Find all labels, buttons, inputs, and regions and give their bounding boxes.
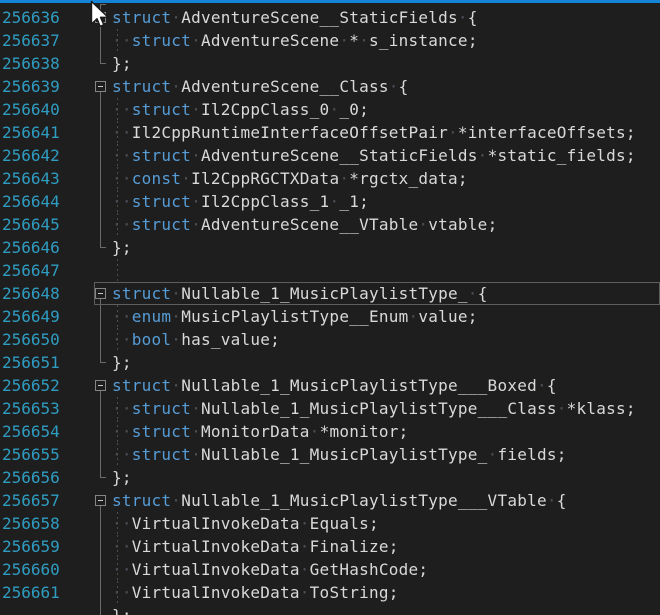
line-number[interactable]: 256649 <box>2 305 60 328</box>
code-text[interactable]: ··VirtualInvokeData·Finalize; <box>112 535 399 558</box>
fold-outline-line <box>100 506 101 615</box>
mouse-cursor-icon <box>88 0 110 32</box>
fold-outline-corner <box>100 63 106 64</box>
code-text[interactable]: ··enum·MusicPlaylistType__Enum·value; <box>112 305 478 328</box>
code-line: 256642 ··struct·AdventureScene__StaticFie… <box>0 144 660 167</box>
code-line: 256659 ··VirtualInvokeData·Finalize; <box>0 535 660 558</box>
code-line: 256649 ··enum·MusicPlaylistType__Enum·val… <box>0 305 660 328</box>
line-number[interactable]: 256660 <box>2 558 60 581</box>
line-number[interactable]: 256654 <box>2 420 60 443</box>
code-line: 256637 ··struct·AdventureScene·*·s_instan… <box>0 29 660 52</box>
line-number[interactable]: 256648 <box>2 282 60 305</box>
fold-collapse-icon[interactable] <box>95 380 106 391</box>
code-line: 256644 ··struct·Il2CppClass_1·_1; <box>0 190 660 213</box>
code-text[interactable]: struct·Nullable_1_MusicPlaylistType___VT… <box>112 489 567 512</box>
line-number[interactable]: 256656 <box>2 466 60 489</box>
code-line: 256645 ··struct·AdventureScene__VTable·vt… <box>0 213 660 236</box>
code-line: }; <box>0 604 660 615</box>
code-text[interactable]: ··struct·AdventureScene__VTable·vtable; <box>112 213 497 236</box>
code-line: 256650 ··bool·has_value; <box>0 328 660 351</box>
line-number[interactable]: 256650 <box>2 328 60 351</box>
code-text[interactable]: }; <box>112 466 132 489</box>
code-text[interactable]: ··struct·Nullable_1_MusicPlaylistType___… <box>112 397 636 420</box>
line-number[interactable]: 256661 <box>2 581 60 604</box>
line-number[interactable]: 256639 <box>2 75 60 98</box>
code-line: 256656}; <box>0 466 660 489</box>
line-number[interactable]: 256658 <box>2 512 60 535</box>
code-text[interactable]: struct·Nullable_1_MusicPlaylistType___Bo… <box>112 374 557 397</box>
code-text[interactable]: ··struct·Il2CppClass_1·_1; <box>112 190 369 213</box>
code-line: 256660 ··VirtualInvokeData·GetHashCode; <box>0 558 660 581</box>
line-number[interactable]: 256638 <box>2 52 60 75</box>
code-text[interactable]: }; <box>112 604 132 615</box>
code-text[interactable]: ··struct·AdventureScene__StaticFields·*s… <box>112 144 636 167</box>
code-text[interactable]: }; <box>112 52 132 75</box>
code-line: 256655 ··struct·Nullable_1_MusicPlaylistT… <box>0 443 660 466</box>
code-line: 256658 ··VirtualInvokeData·Equals; <box>0 512 660 535</box>
line-number[interactable]: 256645 <box>2 213 60 236</box>
code-line: 256643 ··const·Il2CppRGCTXData·*rgctx_dat… <box>0 167 660 190</box>
code-line: 256652 struct·Nullable_1_MusicPlaylistTyp… <box>0 374 660 397</box>
code-line: 256640 ··struct·Il2CppClass_0·_0; <box>0 98 660 121</box>
fold-outline-line <box>100 299 101 362</box>
line-number[interactable]: 256644 <box>2 190 60 213</box>
code-line: 256653 ··struct·Nullable_1_MusicPlaylistT… <box>0 397 660 420</box>
line-number[interactable]: 256657 <box>2 489 60 512</box>
line-number[interactable]: 256641 <box>2 121 60 144</box>
fold-outline-line <box>100 391 101 477</box>
code-text[interactable]: ··struct·Il2CppClass_0·_0; <box>112 98 369 121</box>
fold-outline-line <box>100 92 101 247</box>
line-number[interactable]: 256643 <box>2 167 60 190</box>
code-line: 256654 ··struct·MonitorData·*monitor; <box>0 420 660 443</box>
code-text[interactable]: struct·AdventureScene__StaticFields·{ <box>112 6 478 29</box>
code-line: 256657 struct·Nullable_1_MusicPlaylistTyp… <box>0 489 660 512</box>
code-text[interactable]: struct·AdventureScene__Class·{ <box>112 75 409 98</box>
fold-outline-corner <box>100 477 106 478</box>
code-line: 256651}; <box>0 351 660 374</box>
code-line: 256647 <box>0 259 660 282</box>
fold-outline-corner <box>100 362 106 363</box>
code-text[interactable]: ··VirtualInvokeData·ToString; <box>112 581 399 604</box>
code-text[interactable]: ··VirtualInvokeData·GetHashCode; <box>112 558 428 581</box>
line-number[interactable]: 256636 <box>2 6 60 29</box>
code-line: 256639 struct·AdventureScene__Class·{ <box>0 75 660 98</box>
line-number[interactable]: 256651 <box>2 351 60 374</box>
code-line: 256648 struct·Nullable_1_MusicPlaylistTyp… <box>0 282 660 305</box>
code-editor: 256636 struct·AdventureScene__StaticField… <box>0 0 660 615</box>
indent-guide <box>117 259 118 282</box>
code-line: 256661 ··VirtualInvokeData·ToString; <box>0 581 660 604</box>
fold-outline-corner <box>100 247 106 248</box>
fold-collapse-icon[interactable] <box>95 288 106 299</box>
fold-collapse-icon[interactable] <box>95 495 106 506</box>
code-text[interactable]: ··const·Il2CppRGCTXData·*rgctx_data; <box>112 167 468 190</box>
code-text[interactable]: ··VirtualInvokeData·Equals; <box>112 512 379 535</box>
code-line: 256638}; <box>0 52 660 75</box>
code-text[interactable]: ··struct·MonitorData·*monitor; <box>112 420 409 443</box>
code-text[interactable]: ··Il2CppRuntimeInterfaceOffsetPair·*inte… <box>112 121 636 144</box>
code-text[interactable]: }; <box>112 236 132 259</box>
line-number[interactable]: 256642 <box>2 144 60 167</box>
code-text[interactable]: ··struct·Nullable_1_MusicPlaylistType_·f… <box>112 443 567 466</box>
fold-collapse-icon[interactable] <box>95 81 106 92</box>
code-text[interactable]: ··bool·has_value; <box>112 328 280 351</box>
line-number[interactable]: 256655 <box>2 443 60 466</box>
code-text[interactable]: struct·Nullable_1_MusicPlaylistType_·{ <box>112 282 488 305</box>
code-line: 256646}; <box>0 236 660 259</box>
line-number[interactable]: 256659 <box>2 535 60 558</box>
code-text[interactable]: }; <box>112 351 132 374</box>
line-number[interactable]: 256653 <box>2 397 60 420</box>
line-number[interactable]: 256647 <box>2 259 60 282</box>
line-number[interactable]: 256637 <box>2 29 60 52</box>
code-line: 256641 ··Il2CppRuntimeInterfaceOffsetPair… <box>0 121 660 144</box>
code-text[interactable]: ··struct·AdventureScene·*·s_instance; <box>112 29 478 52</box>
line-number[interactable]: 256640 <box>2 98 60 121</box>
line-number[interactable]: 256646 <box>2 236 60 259</box>
line-number[interactable]: 256652 <box>2 374 60 397</box>
